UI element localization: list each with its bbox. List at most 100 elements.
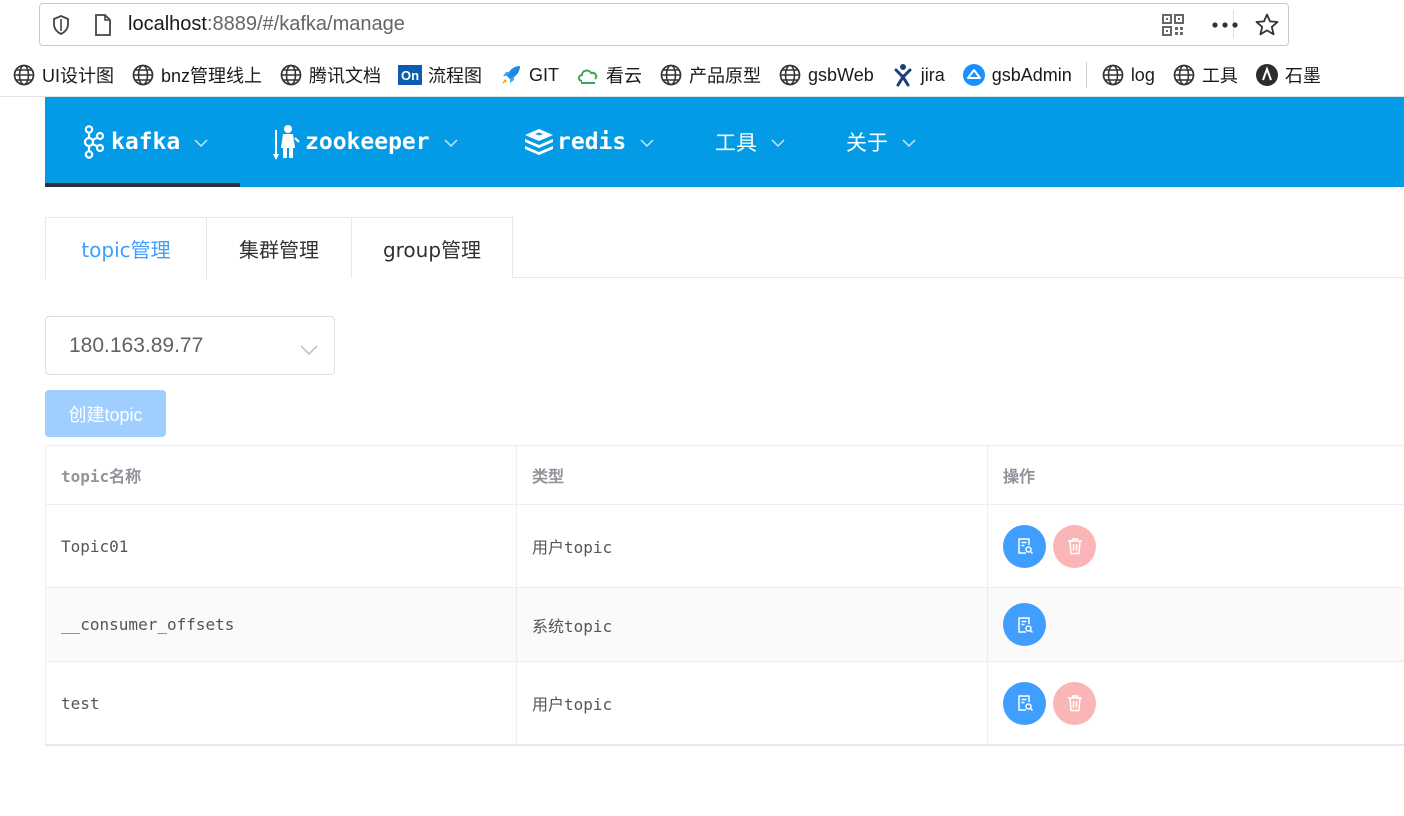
bookmark-log[interactable]: log bbox=[1101, 63, 1155, 87]
bookmarks-separator bbox=[1085, 62, 1087, 88]
nav-zookeeper[interactable]: zookeeper bbox=[273, 97, 458, 187]
bookmark-tools[interactable]: 工具 bbox=[1172, 62, 1238, 88]
globe-icon bbox=[1172, 63, 1196, 87]
actions-cell bbox=[988, 505, 1404, 587]
top-navbar: kafka zookeeper redis 工具 关于 bbox=[45, 97, 1404, 187]
delete-topic-button[interactable] bbox=[1053, 524, 1096, 568]
bookmark-tencent-docs[interactable]: 腾讯文档 bbox=[279, 62, 381, 88]
trash-icon bbox=[1066, 537, 1084, 555]
topic-name-cell: __consumer_offsets bbox=[46, 588, 517, 661]
nav-redis[interactable]: redis bbox=[523, 97, 654, 187]
view-topic-button[interactable] bbox=[1003, 603, 1046, 646]
bookmark-label: 流程图 bbox=[428, 66, 483, 86]
page-icon bbox=[92, 4, 114, 45]
globe-icon bbox=[659, 63, 683, 87]
create-topic-button[interactable]: 创建topic bbox=[45, 390, 166, 437]
chevron-down-icon bbox=[902, 133, 916, 152]
cluster-select[interactable]: 180.163.89.77 bbox=[45, 316, 335, 375]
nav-label: kafka bbox=[111, 129, 181, 155]
bookmark-ui-design[interactable]: UI设计图 bbox=[12, 62, 114, 88]
bookmark-label: 腾讯文档 bbox=[309, 66, 382, 86]
topic-type-cell: 系统topic bbox=[517, 588, 988, 661]
nav-label: 工具 bbox=[715, 131, 757, 155]
chevron-down-icon bbox=[444, 133, 458, 152]
bookmark-label: 产品原型 bbox=[689, 66, 762, 86]
delete-topic-button[interactable] bbox=[1053, 681, 1096, 725]
shield-icon[interactable] bbox=[50, 4, 72, 45]
chevron-down-icon bbox=[300, 338, 318, 362]
tab-group-manage[interactable]: group管理 bbox=[351, 217, 513, 278]
actions-cell bbox=[988, 588, 1404, 661]
document-search-icon bbox=[1016, 616, 1034, 634]
svg-text:On: On bbox=[401, 68, 419, 83]
nav-tools[interactable]: 工具 bbox=[715, 97, 785, 187]
topic-type-cell: 用户topic bbox=[517, 505, 988, 587]
bookmark-jira[interactable]: jira bbox=[891, 63, 945, 87]
bookmarks-bar: UI设计图 bnz管理线上 腾讯文档 On 流程图 GIT 看云 产品原型 gsb… bbox=[12, 58, 1338, 92]
address-bar[interactable]: localhost:8889/#/kafka/manage bbox=[39, 3, 1289, 46]
table-row: __consumer_offsets 系统topic bbox=[46, 588, 1404, 662]
table-header-row: topic名称 类型 操作 bbox=[46, 446, 1404, 505]
bookmark-label: log bbox=[1130, 64, 1155, 85]
bookmark-label: UI设计图 bbox=[42, 66, 114, 86]
bookmark-gsbweb[interactable]: gsbWeb bbox=[778, 63, 874, 87]
document-search-icon bbox=[1016, 694, 1034, 712]
bookmark-bnz[interactable]: bnz管理线上 bbox=[131, 62, 262, 88]
more-icon[interactable] bbox=[1210, 4, 1240, 45]
column-header-type: 类型 bbox=[517, 446, 988, 504]
bookmark-label: 工具 bbox=[1201, 66, 1238, 86]
nav-active-indicator bbox=[45, 183, 240, 187]
kafka-icon bbox=[81, 125, 105, 159]
bookmark-label: jira bbox=[920, 64, 945, 85]
nav-label: redis bbox=[557, 129, 627, 155]
tab-cluster-manage[interactable]: 集群管理 bbox=[206, 217, 352, 278]
bookmark-label: 石墨 bbox=[1284, 66, 1321, 86]
chevron-down-icon bbox=[640, 133, 654, 152]
document-search-icon bbox=[1016, 537, 1034, 555]
chevron-down-icon bbox=[771, 133, 785, 152]
browser-chrome: localhost:8889/#/kafka/manage UI设计图 bnz管… bbox=[0, 0, 1404, 97]
column-header-actions: 操作 bbox=[1003, 467, 1036, 486]
nav-kafka[interactable]: kafka bbox=[81, 97, 208, 187]
bookmark-prototype[interactable]: 产品原型 bbox=[659, 62, 761, 88]
tab-topic-manage[interactable]: topic管理 bbox=[45, 217, 207, 279]
actions-cell bbox=[988, 662, 1404, 744]
globe-icon bbox=[131, 63, 155, 87]
zookeeper-icon bbox=[273, 124, 301, 160]
nav-about[interactable]: 关于 bbox=[846, 97, 916, 187]
url-host: localhost bbox=[128, 13, 207, 35]
globe-icon bbox=[279, 63, 303, 87]
bookmark-gsbadmin[interactable]: gsbAdmin bbox=[962, 63, 1072, 87]
column-header-topic-name: topic名称 bbox=[46, 446, 517, 504]
table-row: Topic01 用户topic bbox=[46, 505, 1404, 588]
view-topic-button[interactable] bbox=[1003, 681, 1046, 725]
qr-code-icon[interactable] bbox=[1160, 4, 1186, 45]
shimo-icon bbox=[1255, 63, 1279, 87]
url-text[interactable]: localhost:8889/#/kafka/manage bbox=[128, 4, 405, 45]
bookmark-label: GIT bbox=[529, 64, 560, 85]
bookmark-label: gsbAdmin bbox=[991, 64, 1072, 85]
topic-name-cell: Topic01 bbox=[46, 505, 517, 587]
rocket-icon bbox=[499, 63, 523, 87]
globe-icon bbox=[1101, 63, 1125, 87]
redis-icon bbox=[523, 127, 555, 157]
trash-icon bbox=[1066, 694, 1084, 712]
on-logo-icon: On bbox=[398, 63, 423, 87]
bookmark-shimo[interactable]: 石墨 bbox=[1255, 62, 1321, 88]
cluster-select-value: 180.163.89.77 bbox=[69, 333, 204, 357]
admin-icon bbox=[962, 63, 986, 87]
topic-name-cell: test bbox=[46, 662, 517, 744]
globe-icon bbox=[778, 63, 802, 87]
nav-label: zookeeper bbox=[305, 129, 430, 155]
view-topic-button[interactable] bbox=[1003, 524, 1046, 568]
topic-table: topic名称 类型 操作 Topic01 用户topic __consumer… bbox=[45, 445, 1404, 746]
star-icon[interactable] bbox=[1254, 4, 1280, 45]
tab-bar: topic管理 集群管理 group管理 bbox=[45, 217, 1404, 279]
url-path: :8889/#/kafka/manage bbox=[206, 13, 405, 35]
bookmark-kancloud[interactable]: 看云 bbox=[576, 62, 642, 88]
nav-label: 关于 bbox=[846, 131, 888, 155]
bookmark-label: 看云 bbox=[606, 66, 643, 86]
bookmark-git[interactable]: GIT bbox=[499, 63, 559, 87]
bookmark-flowchart[interactable]: On 流程图 bbox=[398, 62, 482, 88]
jira-icon bbox=[891, 63, 915, 87]
